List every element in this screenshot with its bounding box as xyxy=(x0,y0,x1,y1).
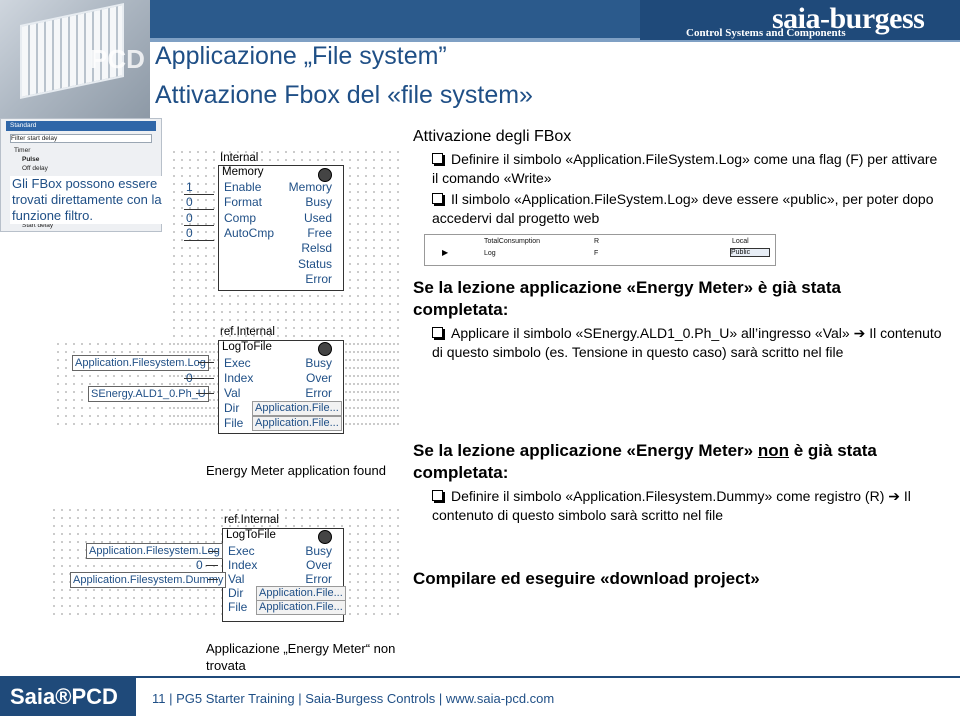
symbol-table-cell[interactable]: F xyxy=(594,250,598,257)
bullet-item: Il simbolo «Application.FileSystem.Log» … xyxy=(432,191,934,226)
memory-output-label: Error xyxy=(305,272,332,286)
memory-input-value[interactable]: 1 xyxy=(186,180,193,194)
memory-input-label: Enable xyxy=(224,180,262,194)
bullet-item: Applicare il simbolo «SEnergy.ALD1_0.Ph_… xyxy=(432,325,942,360)
memory-output-label: Status xyxy=(297,257,332,271)
fbox-memory-title: Memory xyxy=(222,166,264,178)
log2-val-symbol[interactable]: Application.Filesystem.Dummy xyxy=(70,572,227,588)
footer-divider xyxy=(0,676,960,678)
log1-val-symbol[interactable]: SEnergy.ALD1_0.Ph_U xyxy=(88,386,209,402)
fbox-filter-note: Gli FBox possono essere trovati direttam… xyxy=(10,176,178,224)
log1-input-label: File xyxy=(224,416,244,430)
wire xyxy=(208,579,218,580)
log2-file-value[interactable]: Application.File... xyxy=(256,600,346,615)
section-energy-done: Se la lezione applicazione «Energy Meter… xyxy=(413,278,841,319)
log1-output-label: Busy xyxy=(305,356,332,370)
symbol-table xyxy=(424,234,776,266)
fbox-tree-item-pulse[interactable]: Pulse xyxy=(22,156,39,163)
product-photo-label: PCD xyxy=(90,44,145,74)
wire xyxy=(196,393,214,394)
wire xyxy=(184,209,214,210)
page-subtitle: Attivazione Fbox del «file system» xyxy=(155,81,533,109)
fbox-tree-item-timer[interactable]: Timer xyxy=(14,147,30,154)
wire xyxy=(184,378,214,379)
log2-output-label: Busy xyxy=(305,544,332,558)
fbox-memory-header: Internal xyxy=(220,152,259,164)
log1-file-value[interactable]: Application.File... xyxy=(252,416,342,431)
log2-input-label: Index xyxy=(228,558,258,572)
log1-output-label: Over xyxy=(305,371,332,385)
log2-index-value[interactable]: 0 xyxy=(196,558,203,572)
fbox-log1-title: LogToFile xyxy=(222,341,272,353)
page-title: Applicazione „File system” xyxy=(155,42,447,70)
symbol-table-cell[interactable]: TotalConsumption xyxy=(484,238,540,245)
bullet-item: Definire il simbolo «Application.FileSys… xyxy=(432,151,938,186)
wire xyxy=(208,551,218,552)
log2-input-label: Val xyxy=(228,572,245,586)
log2-output-label: Over xyxy=(305,558,332,572)
log1-input-label: Dir xyxy=(224,401,240,415)
scope-dropdown[interactable]: Public xyxy=(730,248,770,257)
log2-input-label: Dir xyxy=(228,586,244,600)
bullet-icon xyxy=(432,193,443,204)
log2-input-label: File xyxy=(228,600,248,614)
symbol-table-cell[interactable]: Log xyxy=(484,250,496,257)
memory-input-label: AutoCmp xyxy=(224,226,275,240)
memory-output-label: Memory xyxy=(288,180,332,194)
log1-output-label: Error xyxy=(305,386,332,400)
symbol-table-cell[interactable]: R xyxy=(594,238,599,245)
fbox-log2-header: ref.Internal xyxy=(224,514,279,526)
section-energy-not-done: Se la lezione applicazione «Energy Meter… xyxy=(413,441,877,482)
memory-input-value[interactable]: 0 xyxy=(186,226,193,240)
memory-input-value[interactable]: 0 xyxy=(186,211,193,225)
memory-output-label: Used xyxy=(303,211,332,225)
bullet-icon xyxy=(432,327,443,338)
brand-subtitle: Control Systems and Components xyxy=(686,27,846,39)
bullet-item: Definire il simbolo «Application.Filesys… xyxy=(432,488,911,523)
log2-input-label: Exec xyxy=(228,544,255,558)
fbox-filter-input[interactable]: Filter start delay xyxy=(10,134,152,143)
section-compile: Compilare ed eseguire «download project» xyxy=(413,569,760,588)
fbox-log1-status-icon xyxy=(318,342,332,356)
memory-input-label: Format xyxy=(224,195,263,209)
footer-logo: Saia®PCD xyxy=(10,684,118,709)
bullet-icon xyxy=(432,490,443,501)
log1-caption: Energy Meter application found xyxy=(206,463,386,478)
memory-input-value[interactable]: 0 xyxy=(186,195,193,209)
bullet-icon xyxy=(432,153,443,164)
log1-exec-symbol[interactable]: Application.Filesystem.Log xyxy=(72,355,209,371)
log1-dir-value[interactable]: Application.File... xyxy=(252,401,342,416)
memory-output-label: Relsd xyxy=(301,241,332,255)
log1-input-label: Val xyxy=(224,386,241,400)
fbox-tree-item-off-delay[interactable]: Off delay xyxy=(22,165,48,172)
wire xyxy=(198,362,214,363)
memory-output-label: Busy xyxy=(305,195,332,209)
symbol-table-cell[interactable]: Local xyxy=(732,238,749,245)
log2-caption: Applicazione „Energy Meter“ non trovata xyxy=(206,641,396,673)
memory-output-label: Free xyxy=(307,226,332,240)
fbox-log2-status-icon xyxy=(318,530,332,544)
fbox-log2-title: LogToFile xyxy=(226,529,276,541)
log1-input-label: Exec xyxy=(224,356,251,370)
log1-input-label: Index xyxy=(224,371,254,385)
fbox-selector-tab[interactable]: Standard xyxy=(10,122,36,129)
wire xyxy=(184,194,214,195)
row-pointer-icon: ▶ xyxy=(442,248,449,257)
section-heading: Attivazione degli FBox xyxy=(413,128,572,145)
memory-input-label: Comp xyxy=(224,211,257,225)
wire xyxy=(184,225,214,226)
fbox-log1-header: ref.Internal xyxy=(220,326,275,338)
wire xyxy=(184,240,214,241)
log2-dir-value[interactable]: Application.File... xyxy=(256,586,346,601)
footer-text: 11 | PG5 Starter Training | Saia-Burgess… xyxy=(152,691,555,706)
log2-exec-symbol[interactable]: Application.Filesystem.Log xyxy=(86,543,223,559)
log2-output-label: Error xyxy=(305,572,332,586)
wire xyxy=(206,565,218,566)
